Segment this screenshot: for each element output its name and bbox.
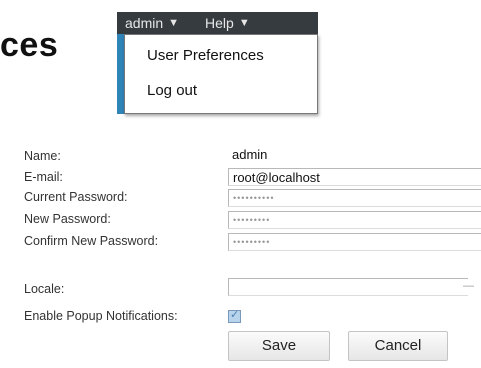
new-password-label: New Password: — [24, 212, 111, 226]
chevron-down-icon: ▼ — [168, 17, 180, 29]
page-title: ces — [0, 26, 59, 64]
locale-select[interactable] — [228, 278, 468, 296]
notifications-label: Enable Popup Notifications: — [24, 309, 178, 323]
email-field[interactable]: root@localhost — [228, 168, 481, 186]
help-menu[interactable]: Help ▼ — [205, 15, 250, 31]
name-label: Name: — [24, 149, 61, 163]
select-arrow-icon: — — [463, 280, 474, 292]
top-menubar: admin ▼ Help ▼ — [117, 12, 318, 34]
admin-dropdown-menu: User Preferences Log out — [124, 34, 318, 114]
locale-label: Locale: — [24, 282, 65, 296]
menu-item-user-preferences[interactable]: User Preferences — [147, 47, 264, 64]
save-button[interactable]: Save — [228, 331, 330, 361]
checkmark-icon: ✓ — [230, 309, 240, 321]
admin-menu-label: admin — [125, 15, 164, 31]
menu-item-log-out[interactable]: Log out — [147, 82, 197, 99]
help-menu-label: Help — [205, 15, 234, 31]
confirm-password-label: Confirm New Password: — [24, 234, 159, 248]
chevron-down-icon: ▼ — [238, 17, 250, 29]
notifications-checkbox[interactable]: ✓ — [228, 309, 241, 323]
current-password-label: Current Password: — [24, 190, 128, 204]
cancel-button[interactable]: Cancel — [348, 331, 448, 361]
admin-menu[interactable]: admin ▼ — [125, 15, 179, 31]
email-label: E-mail: — [24, 170, 63, 184]
name-value: admin — [228, 146, 481, 164]
current-password-field[interactable]: •••••••••• — [228, 189, 481, 207]
confirm-password-field[interactable]: ••••••••• — [228, 233, 481, 251]
new-password-field[interactable]: ••••••••• — [228, 211, 481, 229]
